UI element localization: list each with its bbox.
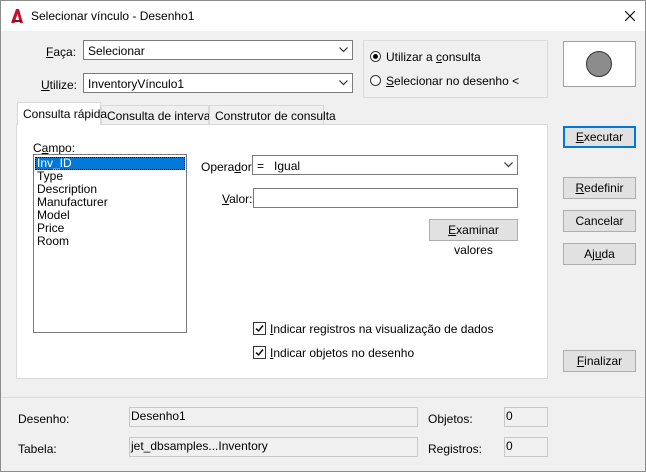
close-icon <box>625 11 635 21</box>
tab-construtor-consulta[interactable]: Construtor de consulta <box>209 105 336 124</box>
objetos-value: 0 <box>506 409 513 423</box>
radio-utilizar-consulta[interactable]: Utilizar a consulta <box>370 50 540 66</box>
tab-consulta-rapida[interactable]: Consulta rápida <box>17 102 107 125</box>
radio-utilizar-consulta-label: Utilizar a consulta <box>386 50 481 64</box>
operador-label: Operador: <box>201 160 256 174</box>
objetos-label: Objetos: <box>428 412 473 426</box>
autocad-a-icon <box>11 9 23 23</box>
utilize-value: InventoryVínculo1 <box>88 77 185 91</box>
radio-indicator <box>370 51 381 62</box>
list-item[interactable]: Room <box>35 235 185 248</box>
cancelar-button[interactable]: Cancelar <box>563 210 636 232</box>
radio-selecionar-desenho[interactable]: Selecionar no desenho < <box>370 74 540 90</box>
desenho-label: Desenho: <box>18 412 70 426</box>
faca-value: Selecionar <box>88 44 145 58</box>
examinar-valores-button[interactable]: Examinar valores <box>429 219 518 257</box>
registros-field: 0 <box>504 437 548 457</box>
registros-label: Registros: <box>428 442 483 456</box>
registros-value: 0 <box>506 439 513 453</box>
status-divider <box>1 397 645 398</box>
check-indicar-registros[interactable]: Indicar registros na visualização de dad… <box>253 322 503 336</box>
check-indicar-registros-label: Indicar registros na visualização de dad… <box>270 322 494 336</box>
finalizar-button[interactable]: Finalizar <box>563 350 636 372</box>
redefinir-button[interactable]: Redefinir <box>563 177 636 199</box>
tab-label: Consulta rápida <box>23 107 108 121</box>
link-preview <box>563 41 636 87</box>
faca-dropdown[interactable]: Selecionar <box>83 40 353 60</box>
utilize-dropdown[interactable]: InventoryVínculo1 <box>83 73 353 93</box>
faca-label: Faça: <box>46 45 77 59</box>
check-indicar-objetos-label: Indicar objetos no desenho <box>270 346 415 360</box>
valor-label: Valor: <box>222 192 253 206</box>
tabela-value: jet_dbsamples...Inventory <box>131 439 268 453</box>
executar-button[interactable]: Executar <box>563 126 636 148</box>
check-indicar-objetos[interactable]: Indicar objetos no desenho <box>253 346 453 360</box>
tab-consulta-intervalo[interactable]: Consulta de intervalo <box>101 105 220 124</box>
desenho-field: Desenho1 <box>129 407 418 427</box>
tab-label: Construtor de consulta <box>215 109 336 123</box>
tabela-field: jet_dbsamples...Inventory <box>129 437 418 457</box>
chevron-down-icon <box>504 162 513 168</box>
tabela-label: Tabela: <box>18 442 57 456</box>
window-title: Selecionar vínculo - Desenho1 <box>31 9 195 23</box>
checkbox <box>253 346 266 359</box>
title-bar: Selecionar vínculo - Desenho1 <box>1 1 645 31</box>
tab-label: Consulta de intervalo <box>107 109 220 123</box>
operador-value: = Igual <box>257 159 301 173</box>
circle-preview-icon <box>586 51 612 77</box>
operador-dropdown[interactable]: = Igual <box>252 155 518 175</box>
chevron-down-icon <box>339 47 348 53</box>
radio-indicator <box>370 75 381 86</box>
objetos-field: 0 <box>504 407 548 427</box>
ajuda-button[interactable]: Ajuda <box>563 243 636 265</box>
valor-input[interactable] <box>253 188 518 208</box>
campo-listbox[interactable]: Inv_ID Type Description Manufacturer Mod… <box>33 154 187 333</box>
campo-label: Campo: <box>33 141 76 155</box>
checkmark-icon <box>255 349 264 357</box>
dialog-window: Selecionar vínculo - Desenho1 Faça: Sele… <box>0 0 646 472</box>
checkbox <box>253 322 266 335</box>
radio-selecionar-desenho-label: Selecionar no desenho < <box>386 74 520 88</box>
desenho-value: Desenho1 <box>131 409 186 423</box>
chevron-down-icon <box>339 80 348 86</box>
utilize-label: Utilize: <box>41 78 78 92</box>
close-button[interactable] <box>615 1 645 31</box>
checkmark-icon <box>255 325 264 333</box>
